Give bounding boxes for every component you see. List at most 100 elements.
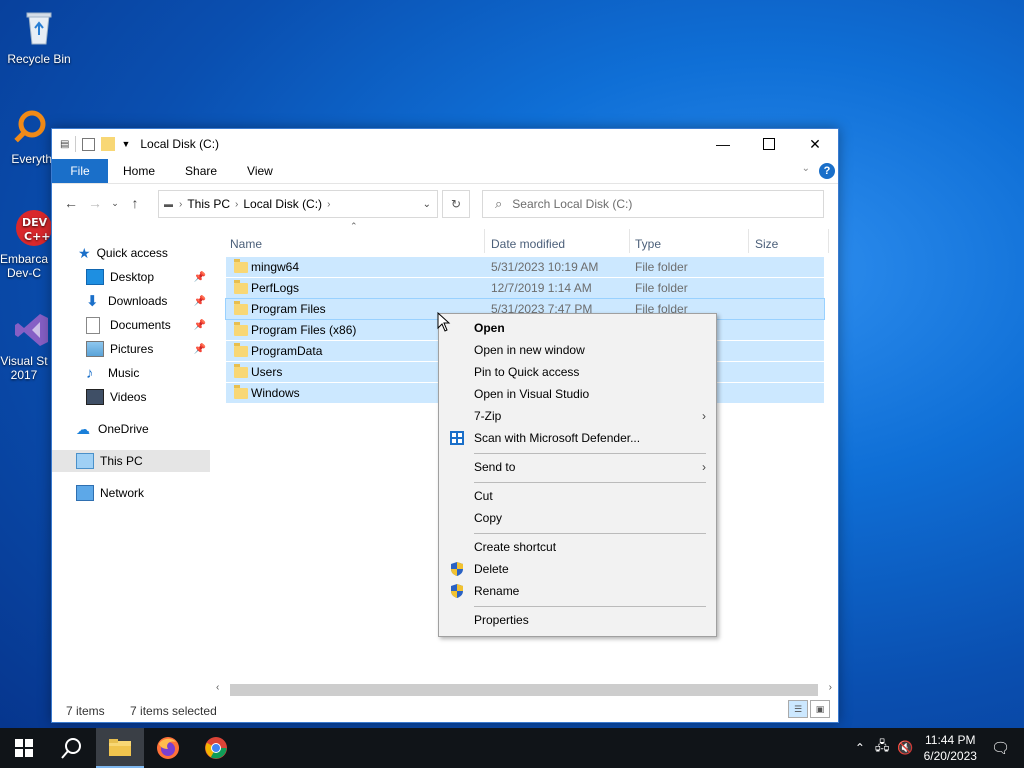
refresh-button[interactable]: ↻ [442,190,470,218]
folder-icon [234,258,248,273]
checkbox-icon[interactable] [82,137,96,151]
tab-share[interactable]: Share [170,159,232,183]
column-header-size[interactable]: Size [755,237,778,251]
taskbar-file-explorer[interactable] [96,728,144,768]
menu-item-pin-quick-access[interactable]: Pin to Quick access [439,361,716,383]
chevron-down-icon[interactable]: ⌄ [802,163,810,174]
status-bar: 7 items 7 items selected [66,704,217,718]
folder-icon [234,363,248,378]
nav-label: Network [100,486,145,500]
scrollbar-thumb[interactable] [230,684,818,696]
nav-quick-access[interactable]: ★ Quick access [52,242,210,264]
defender-icon [449,430,465,446]
menu-item-copy[interactable]: Copy [439,507,716,529]
help-button[interactable]: ? [819,163,835,179]
maximize-button[interactable] [746,129,792,159]
nav-onedrive[interactable]: ☁ OneDrive [52,418,210,440]
firefox-icon [157,737,179,759]
menu-item-send-to[interactable]: Send to › [439,456,716,478]
chevron-right-icon: › [179,198,183,210]
nav-music[interactable]: ♪ Music [52,362,210,384]
horizontal-scrollbar[interactable]: ‹ › [214,682,834,698]
menu-item-properties[interactable]: Properties [439,609,716,631]
chevron-down-icon[interactable]: ▼ [121,139,130,149]
search-input[interactable]: ⌕ Search Local Disk (C:) [482,190,824,218]
recent-locations-button[interactable]: ⌄ [107,198,123,209]
nav-pictures[interactable]: Pictures 📌 [52,338,210,360]
nav-network[interactable]: Network [52,482,210,504]
divider [75,136,77,152]
taskbar-firefox[interactable] [144,728,192,768]
menu-item-cut[interactable]: Cut [439,485,716,507]
desktop-icon-recycle-bin[interactable]: Recycle Bin [1,8,77,66]
document-icon [86,316,100,334]
tab-view[interactable]: View [232,159,288,183]
menu-item-create-shortcut[interactable]: Create shortcut [439,536,716,558]
breadcrumb-local-disk[interactable]: Local Disk (C:) [243,197,322,211]
menu-item-rename[interactable]: Rename [439,580,716,602]
sort-ascending-icon: ⌃ [350,221,358,231]
menu-item-open-new-window[interactable]: Open in new window [439,339,716,361]
devcpp-icon: DEV C++ [12,208,52,248]
svg-text:C++: C++ [24,230,51,243]
minimize-button[interactable]: — [700,129,746,159]
file-name: Windows [251,386,300,400]
menu-item-scan-defender[interactable]: Scan with Microsoft Defender... [439,427,716,449]
menu-item-delete[interactable]: Delete [439,558,716,580]
start-button[interactable] [0,728,48,768]
mouse-cursor-icon [437,311,451,335]
scroll-left-icon[interactable]: ‹ [216,682,219,693]
forward-button[interactable]: → [83,195,107,211]
notifications-icon[interactable]: 🗨 [991,739,1010,757]
file-date: 12/7/2019 1:14 AM [491,281,592,295]
nav-desktop[interactable]: Desktop 📌 [52,266,210,288]
close-button[interactable]: ✕ [792,129,838,159]
chevron-up-icon[interactable]: ⌃ [855,741,865,755]
properties-icon[interactable]: ▤ [60,139,69,150]
divider [474,606,706,607]
back-button[interactable]: ← [59,195,83,211]
search-icon [61,738,81,759]
folder-icon [234,279,248,294]
address-bar[interactable]: ▬ › This PC › Local Disk (C:) › ⌄ [158,190,438,218]
column-header-name[interactable]: Name [230,237,262,251]
navigation-pane: ★ Quick access Desktop 📌 ⬇ Downloads 📌 D… [52,221,210,676]
tab-file[interactable]: File [52,159,108,183]
desktop-icon-label: Embarca Dev-C [0,252,49,280]
table-row[interactable]: mingw64 5/31/2023 10:19 AM File folder [226,257,824,277]
nav-videos[interactable]: Videos [52,386,210,408]
nav-label: Desktop [110,270,155,284]
details-view-icon[interactable]: ☰ [788,700,808,718]
network-icon[interactable]: 🖧 [875,737,890,759]
shield-icon [449,561,465,577]
taskbar-chrome[interactable] [192,728,240,768]
search-button[interactable] [48,728,96,768]
search-icon: ⌕ [495,196,503,211]
tab-home[interactable]: Home [108,159,170,183]
title-bar[interactable]: ▤ ▼ Local Disk (C:) — ✕ [52,129,838,159]
file-name: Program Files (x86) [251,323,357,337]
folder-icon[interactable] [101,137,116,151]
table-row[interactable]: PerfLogs 12/7/2019 1:14 AM File folder [226,278,824,298]
up-button[interactable]: ↑ [123,195,147,211]
menu-item-7zip[interactable]: 7-Zip › [439,405,716,427]
selected-count: 7 items selected [130,704,217,718]
chevron-right-icon: › [235,198,239,210]
menu-item-open-visual-studio[interactable]: Open in Visual Studio [439,383,716,405]
folder-icon [234,321,248,336]
menu-item-open[interactable]: Open [439,317,716,339]
nav-documents[interactable]: Documents 📌 [52,314,210,336]
pin-icon: 📌 [193,343,206,355]
column-header-date[interactable]: Date modified [491,237,565,251]
taskbar: ⌃ 🖧 🔇 11:44 PM 6/20/2023 🗨 [0,728,1024,768]
clock[interactable]: 11:44 PM 6/20/2023 [924,732,977,764]
nav-this-pc[interactable]: This PC [52,450,210,472]
address-dropdown-icon[interactable]: ⌄ [423,199,431,210]
breadcrumb-this-pc[interactable]: This PC [187,197,230,211]
volume-muted-icon[interactable]: 🔇 [897,740,913,756]
scroll-right-icon[interactable]: › [829,682,832,693]
large-icons-view-icon[interactable]: ▣ [810,700,830,718]
column-header-type[interactable]: Type [635,237,661,251]
nav-downloads[interactable]: ⬇ Downloads 📌 [52,290,210,312]
divider [629,229,630,253]
